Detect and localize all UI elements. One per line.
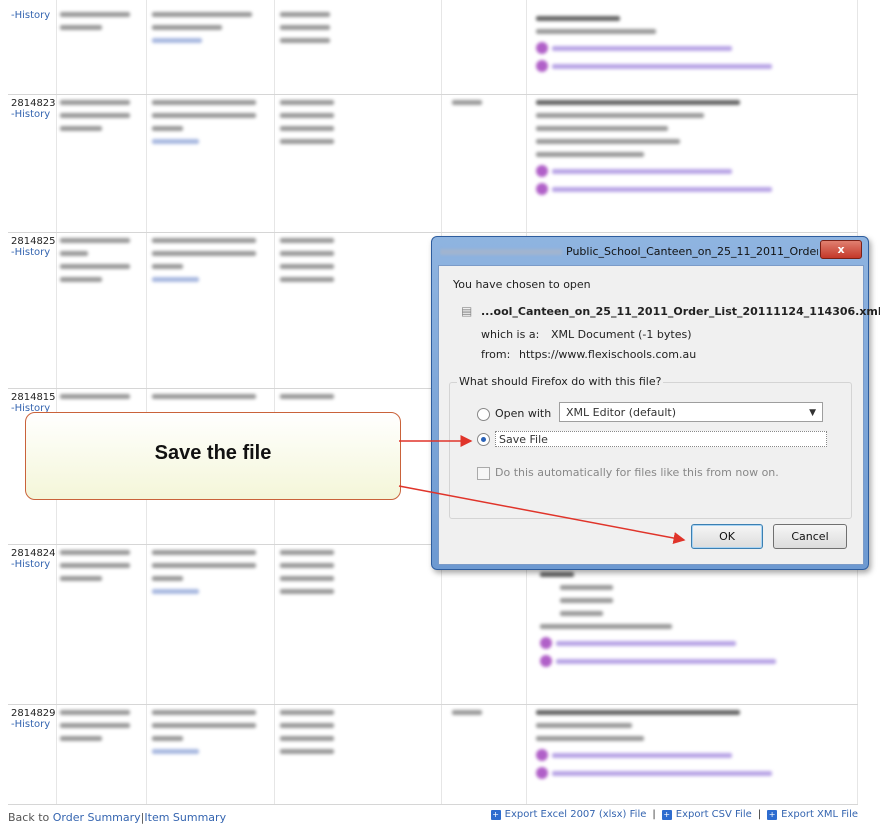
arrow-to-ok (398, 485, 686, 544)
annotation-arrows (398, 435, 686, 544)
